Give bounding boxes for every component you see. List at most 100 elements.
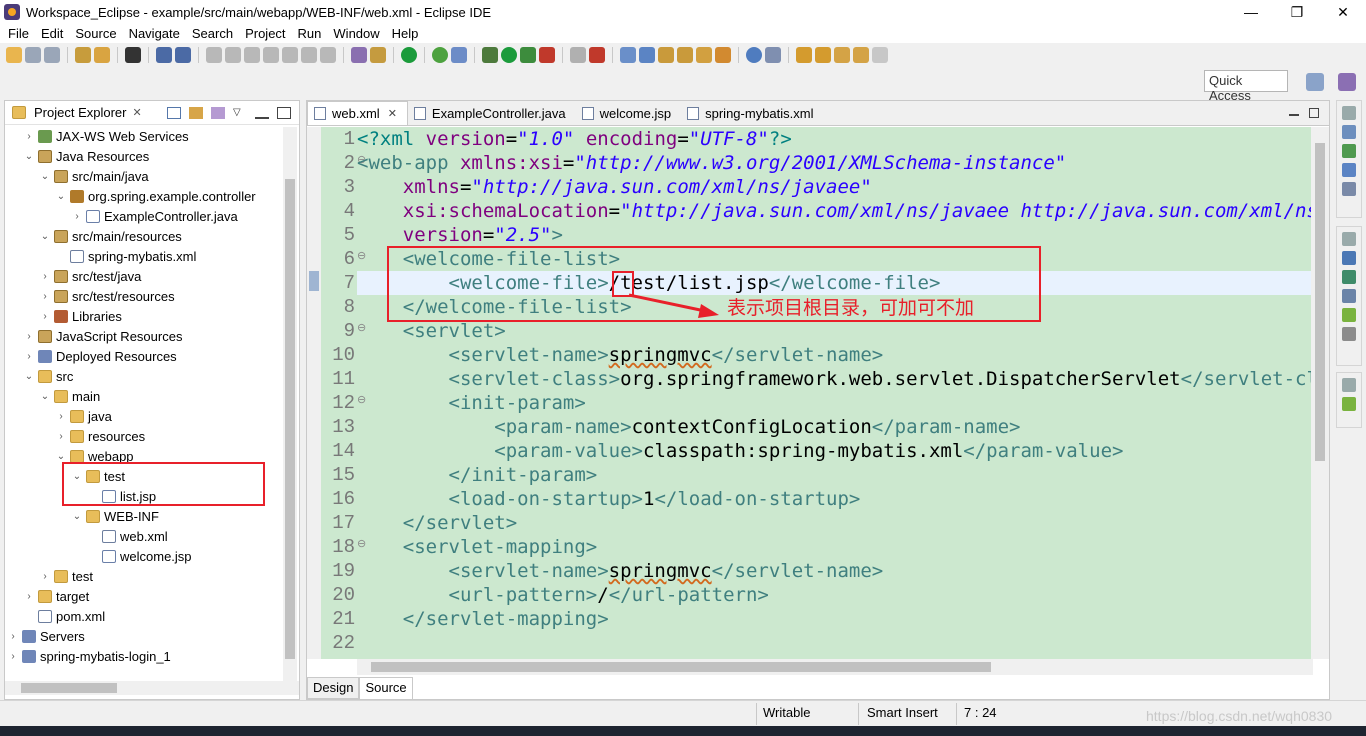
run-icon[interactable]	[501, 46, 517, 63]
menu-project[interactable]: Project	[239, 26, 291, 41]
new-package-icon[interactable]	[639, 46, 655, 63]
tree-item[interactable]: › src/test/java	[39, 266, 141, 286]
tree-item[interactable]: web.xml	[87, 526, 168, 546]
tab-design[interactable]: Design	[307, 677, 360, 699]
data-source-icon[interactable]	[1342, 289, 1356, 303]
tree-item[interactable]: › ExampleController.java	[71, 206, 237, 226]
tree-item[interactable]: › spring-mybatis-login_1	[7, 646, 170, 666]
open-folder-icon[interactable]	[677, 46, 693, 63]
terminal-icon[interactable]	[156, 46, 172, 63]
minimize-view-icon[interactable]	[255, 107, 269, 119]
tree-item[interactable]: spring-mybatis.xml	[55, 246, 196, 266]
tree-item[interactable]: ⌄ src/main/resources	[39, 226, 182, 246]
collapse-all-icon[interactable]	[167, 106, 181, 119]
outline-icon[interactable]	[1342, 125, 1356, 139]
tree-item[interactable]: › JAX-WS Web Services	[23, 126, 188, 146]
menu-edit[interactable]: Edit	[35, 26, 69, 41]
close-view-icon[interactable]: ✕	[132, 106, 141, 119]
tree-item[interactable]: › Libraries	[39, 306, 122, 326]
explorer-vertical-scrollbar[interactable]	[283, 127, 297, 682]
tree-item[interactable]: › src/test/resources	[39, 286, 174, 306]
menu-window[interactable]: Window	[327, 26, 385, 41]
editor-horizontal-scrollbar[interactable]	[357, 659, 1313, 675]
quick-access-input[interactable]: Quick Access	[1204, 70, 1288, 103]
forward-icon[interactable]	[872, 46, 888, 63]
step-into-icon[interactable]	[282, 46, 298, 63]
open-perspective-icon[interactable]	[1306, 73, 1324, 91]
tab-source[interactable]: Source	[359, 677, 413, 699]
stop-icon[interactable]	[570, 46, 586, 63]
debug-server-icon[interactable]	[370, 46, 386, 63]
tree-item[interactable]: welcome.jsp	[87, 546, 192, 566]
explorer-horizontal-scrollbar[interactable]	[5, 681, 299, 695]
restore-icon[interactable]	[1342, 106, 1356, 120]
resume-icon[interactable]	[206, 46, 222, 63]
project-explorer-title[interactable]: Project Explorer	[34, 105, 126, 120]
globe-icon[interactable]	[746, 46, 762, 63]
menu-file[interactable]: File	[2, 26, 35, 41]
tree-item[interactable]: › JavaScript Resources	[23, 326, 182, 346]
tree-item[interactable]: › Deployed Resources	[23, 346, 176, 366]
previous-annotation-icon[interactable]	[815, 46, 831, 63]
last-edit-icon[interactable]	[834, 46, 850, 63]
snippets-icon[interactable]	[1342, 308, 1356, 322]
menu-run[interactable]: Run	[292, 26, 328, 41]
tree-item[interactable]: › java	[55, 406, 112, 426]
open-type-icon[interactable]	[94, 46, 110, 63]
external-tools-icon[interactable]	[539, 46, 555, 63]
tab-spring-mybatis-xml[interactable]: spring-mybatis.xml	[681, 101, 823, 125]
code-editor[interactable]: 1 2 ⊖ 3 4 5 6 ⊖ 7 8 9 ⊖ 10 11 12 ⊖ 13 14 15 16 17 18 ⊖ 19 20 21 22…	[307, 127, 1313, 659]
tree-item[interactable]: › resources	[55, 426, 145, 446]
tree-item[interactable]: › test	[39, 566, 93, 586]
tree-item[interactable]: ⌄ main	[39, 386, 100, 406]
build-icon[interactable]	[75, 46, 91, 63]
console-icon[interactable]	[1342, 327, 1356, 341]
hierarchy-icon[interactable]	[1342, 163, 1356, 177]
open-task-icon[interactable]	[715, 46, 731, 63]
tree-item[interactable]: ⌄ org.spring.example.controller	[55, 186, 256, 206]
step-over-icon[interactable]	[301, 46, 317, 63]
new-icon[interactable]	[6, 46, 22, 63]
tree-item[interactable]: ⌄ WEB-INF	[71, 506, 159, 526]
task-list-icon[interactable]	[1342, 144, 1356, 158]
disconnect-icon[interactable]	[263, 46, 279, 63]
maximize-button[interactable]: ❐	[1274, 0, 1320, 24]
tree-item[interactable]: pom.xml	[23, 606, 105, 626]
progress-icon[interactable]	[1342, 397, 1356, 411]
focus-icon[interactable]	[211, 106, 225, 119]
new-java-project-icon[interactable]	[620, 46, 636, 63]
back-icon[interactable]	[853, 46, 869, 63]
profile-icon[interactable]	[125, 46, 141, 63]
tab-welcome-jsp[interactable]: welcome.jsp	[576, 101, 682, 125]
close-tab-icon[interactable]: ✕	[388, 107, 397, 120]
menu-navigate[interactable]: Navigate	[123, 26, 186, 41]
spring-icon[interactable]	[432, 46, 448, 63]
restore-icon[interactable]	[1342, 378, 1356, 392]
menu-source[interactable]: Source	[69, 26, 122, 41]
tab-example-controller[interactable]: ExampleController.java	[408, 101, 576, 125]
annotation-icon[interactable]	[765, 46, 781, 63]
ant-icon[interactable]	[589, 46, 605, 63]
tree-item[interactable]: ⌄ src/main/java	[39, 166, 149, 186]
new-class-icon[interactable]	[658, 46, 674, 63]
restore-icon[interactable]	[1342, 232, 1356, 246]
debug-icon[interactable]	[482, 46, 498, 63]
boot-dashboard-icon[interactable]	[451, 46, 467, 63]
save-all-icon[interactable]	[44, 46, 60, 63]
menu-help[interactable]: Help	[386, 26, 425, 41]
minimize-button[interactable]: —	[1228, 0, 1274, 24]
maximize-editor-icon[interactable]	[1309, 108, 1319, 118]
properties-icon[interactable]	[1342, 182, 1356, 196]
start-server-icon[interactable]	[401, 46, 417, 63]
tree-item[interactable]: › target	[23, 586, 89, 606]
java-ee-perspective-icon[interactable]	[1338, 73, 1356, 91]
link-with-editor-icon[interactable]	[189, 106, 203, 119]
close-button[interactable]: ✕	[1320, 0, 1366, 24]
tab-web-xml[interactable]: web.xml ✕	[307, 101, 408, 125]
step-return-icon[interactable]	[320, 46, 336, 63]
server-icon[interactable]	[351, 46, 367, 63]
view-menu-icon[interactable]: ▽	[233, 107, 247, 119]
menu-search[interactable]: Search	[186, 26, 239, 41]
tree-item[interactable]: › Servers	[7, 626, 84, 646]
tree-item[interactable]: ⌄ src	[23, 366, 74, 386]
